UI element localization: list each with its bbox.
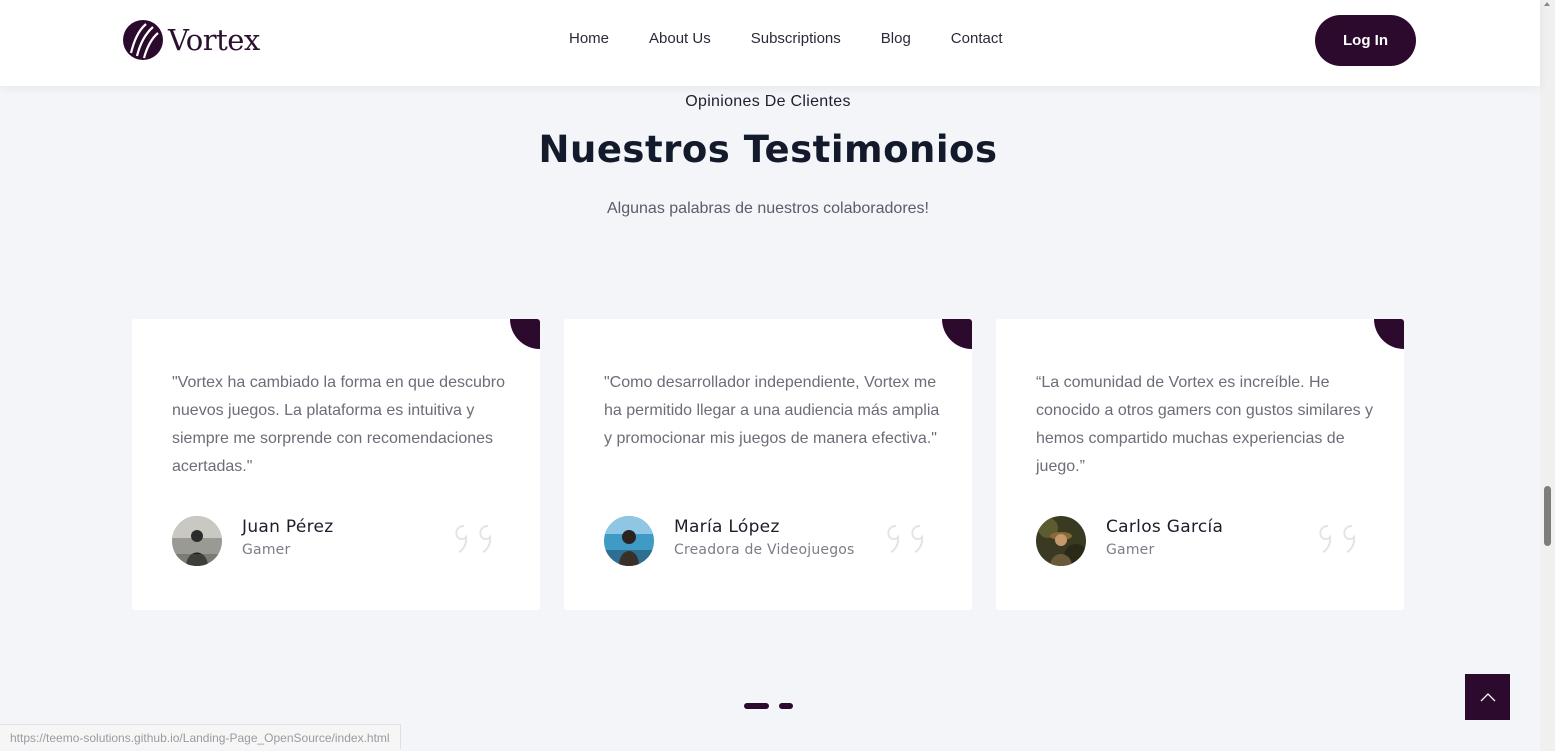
- testimonial-card: "Vortex ha cambiado la forma en que desc…: [132, 319, 540, 610]
- author-name: Juan Pérez: [242, 517, 334, 537]
- quote-icon: [887, 525, 924, 553]
- page-scrollbar[interactable]: [1540, 0, 1555, 751]
- nav-about-us[interactable]: About Us: [649, 30, 711, 47]
- testimonial-quote: "Vortex ha cambiado la forma en que desc…: [172, 374, 505, 475]
- testimonial-card: “La comunidad de Vortex es increíble. He…: [996, 319, 1404, 610]
- nav-blog[interactable]: Blog: [881, 30, 911, 47]
- section-title: Nuestros Testimonios: [538, 128, 998, 171]
- quote-icon: [455, 525, 492, 553]
- author-role: Creadora de Videojuegos: [674, 542, 855, 558]
- status-bar-url: https://teemo-solutions.github.io/Landin…: [0, 724, 401, 749]
- author-role: Gamer: [242, 542, 291, 558]
- nav-subscriptions[interactable]: Subscriptions: [751, 30, 841, 47]
- avatar: [604, 516, 654, 566]
- chevron-up-icon: [1480, 693, 1495, 702]
- testimonial-quote: “La comunidad de Vortex es increíble. He…: [1036, 374, 1374, 475]
- vortex-logo-icon: [123, 20, 163, 60]
- avatar: [1036, 516, 1086, 566]
- carousel-pagination: [744, 703, 803, 709]
- nav-home[interactable]: Home: [569, 30, 609, 47]
- author-name: Carlos García: [1106, 517, 1224, 537]
- logo-text: Vortex: [168, 23, 260, 57]
- card-corner-decoration: [510, 319, 540, 349]
- back-to-top-button[interactable]: [1465, 674, 1510, 720]
- section-subtitle: Algunas palabras de nuestros colaborador…: [607, 200, 929, 217]
- card-corner-decoration: [942, 319, 972, 349]
- nav-contact[interactable]: Contact: [951, 30, 1003, 47]
- main-nav: Home About Us Subscriptions Blog Contact: [569, 30, 1003, 47]
- section-eyebrow: Opiniones De Clientes: [685, 93, 851, 110]
- scroll-up-arrow-icon[interactable]: [1544, 2, 1550, 6]
- testimonial-quote: "Como desarrollador independiente, Vorte…: [604, 374, 940, 447]
- avatar: [172, 516, 222, 566]
- quote-icon: [1319, 525, 1356, 553]
- logo[interactable]: Vortex: [122, 18, 260, 62]
- site-header: Vortex Home About Us Subscriptions Blog …: [0, 0, 1540, 86]
- login-button[interactable]: Log In: [1315, 15, 1416, 66]
- card-corner-decoration: [1374, 319, 1404, 349]
- pagination-dot-2[interactable]: [779, 703, 793, 709]
- page: Vortex Home About Us Subscriptions Blog …: [0, 0, 1540, 751]
- scrollbar-thumb[interactable]: [1544, 486, 1551, 546]
- testimonial-card: "Como desarrollador independiente, Vorte…: [564, 319, 972, 610]
- author-name: María López: [674, 517, 780, 537]
- pagination-dot-1[interactable]: [744, 703, 769, 709]
- author-role: Gamer: [1106, 542, 1155, 558]
